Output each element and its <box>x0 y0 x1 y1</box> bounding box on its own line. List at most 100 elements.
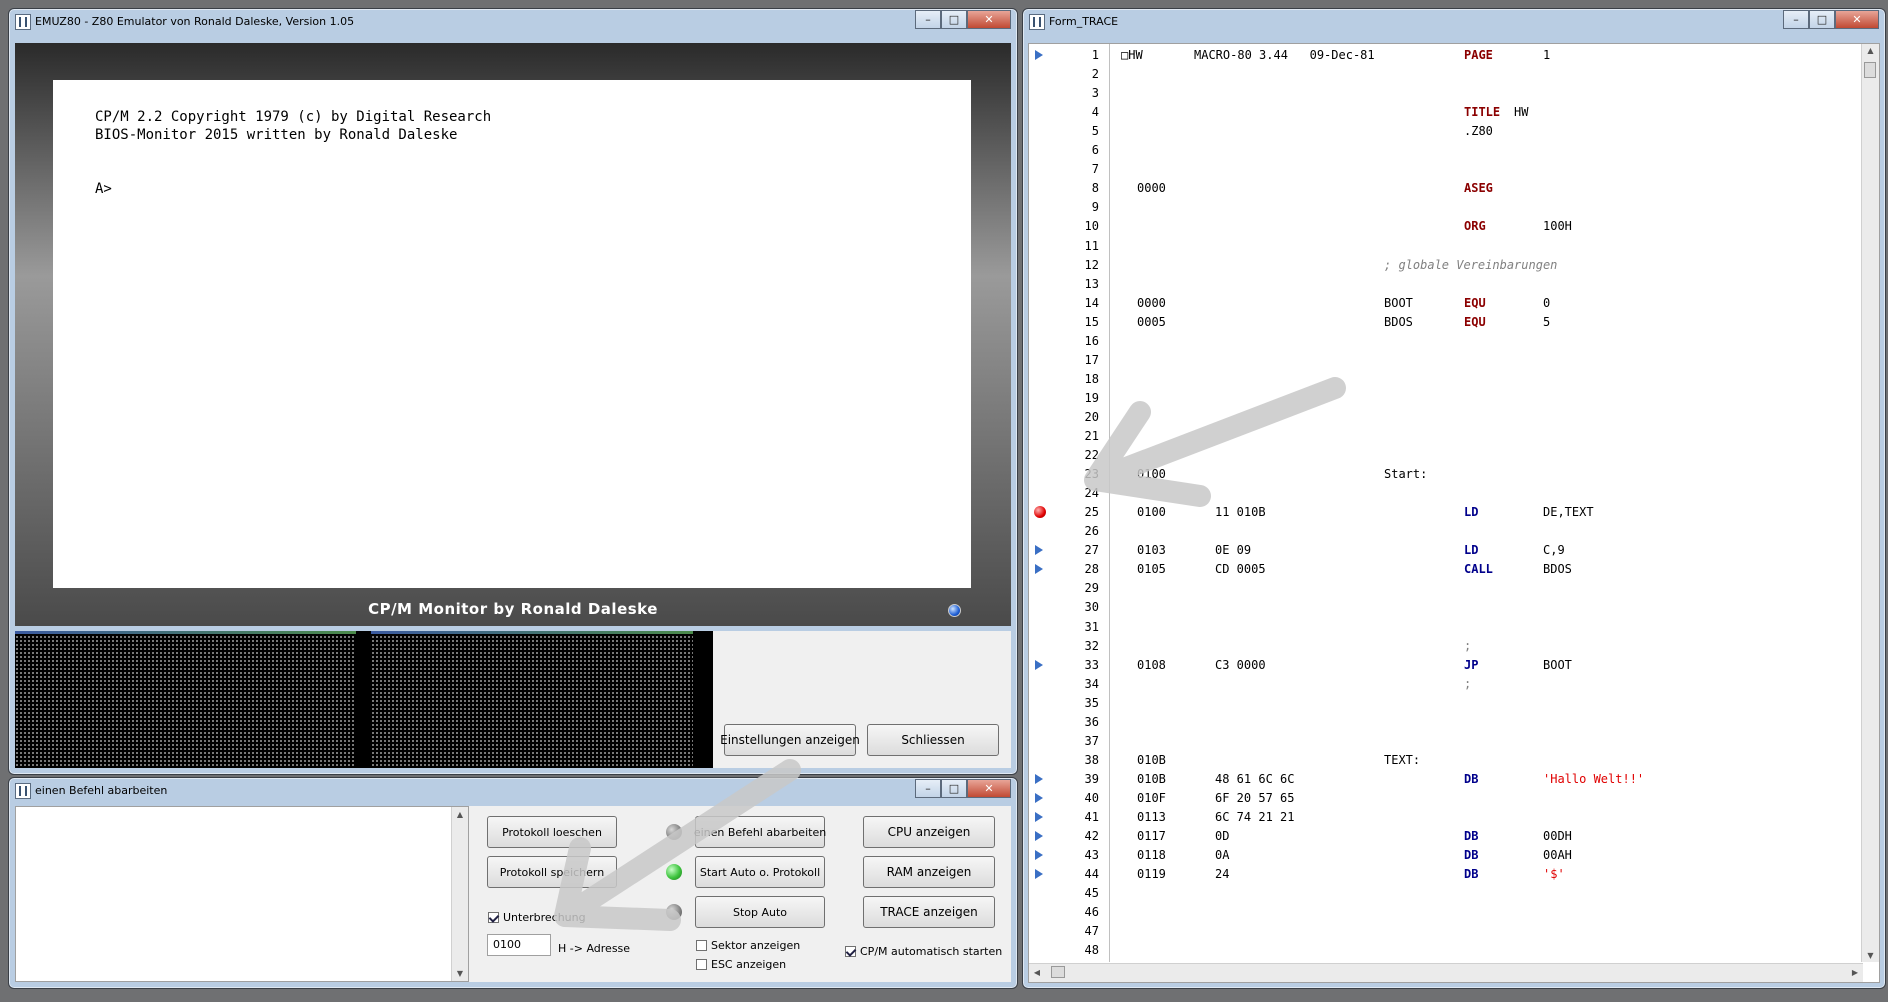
single-step-button[interactable]: einen Befehl abarbeiten <box>694 816 826 848</box>
checkbox-box[interactable] <box>488 912 499 923</box>
scroll-down-icon[interactable]: ▼ <box>452 969 468 978</box>
cpm-screen[interactable]: CP/M 2.2 Copyright 1979 (c) by Digital R… <box>53 80 971 588</box>
trace-line[interactable]: 19 <box>1029 390 1863 406</box>
trace-line[interactable]: 20 <box>1029 409 1863 425</box>
trace-line[interactable]: 21 <box>1029 428 1863 444</box>
trace-line[interactable]: 7 <box>1029 161 1863 177</box>
scroll-up-icon[interactable]: ▲ <box>452 810 468 819</box>
trace-line[interactable]: 37 <box>1029 733 1863 749</box>
trace-marker-icon[interactable] <box>1035 792 1043 803</box>
close-icon[interactable]: ✕ <box>967 779 1011 798</box>
checkbox-box[interactable] <box>696 940 707 951</box>
checkbox-box[interactable] <box>696 959 707 970</box>
trace-marker-icon[interactable] <box>1035 773 1043 784</box>
trace-line[interactable]: 15 0005 BDOS EQU 5 <box>1029 314 1863 330</box>
trace-line[interactable]: 32; <box>1029 638 1863 654</box>
esc-checkbox[interactable]: ESC anzeigen <box>696 958 786 971</box>
trace-line[interactable]: 28 0105 CD 0005 CALL BDOS <box>1029 561 1863 577</box>
trace-line[interactable]: 39 010B 48 61 6C 6C DB 'Hallo Welt!!' <box>1029 771 1863 787</box>
stop-auto-button[interactable]: Stop Auto <box>695 896 825 928</box>
settings-button[interactable]: Einstellungen anzeigen <box>720 724 860 756</box>
trace-marker-icon[interactable] <box>1035 659 1043 670</box>
save-protocol-button[interactable]: Protokoll speichern <box>487 856 617 888</box>
trace-line[interactable]: 26 <box>1029 523 1863 539</box>
trace-line[interactable]: 38 010B TEXT: <box>1029 752 1863 768</box>
trace-line[interactable]: 25 0100 11 010B LD DE,TEXT <box>1029 504 1863 520</box>
trace-line[interactable]: 42 0117 0D DB 00DH <box>1029 828 1863 844</box>
cpm-autostart-checkbox[interactable]: CP/M automatisch starten <box>845 945 1002 958</box>
trace-listing[interactable]: 1 □HW MACRO-80 3.44 09-Dec-81 PAGE 1 2 3 4 TITLE… <box>1029 44 1863 962</box>
trace-vscrollbar[interactable]: ▲ ▼ <box>1861 44 1879 962</box>
trace-line[interactable]: 24 <box>1029 485 1863 501</box>
trace-titlebar[interactable]: Form_TRACE – □ ✕ <box>1023 9 1885 35</box>
trace-line[interactable]: 5 .Z80 <box>1029 123 1863 139</box>
maximize-icon[interactable]: □ <box>941 10 967 29</box>
protocol-textarea[interactable]: ▲ ▼ <box>15 806 469 982</box>
trace-marker-icon[interactable] <box>1035 50 1043 60</box>
minimize-icon[interactable]: – <box>1783 10 1809 29</box>
trace-line[interactable]: 2 <box>1029 66 1863 82</box>
scroll-right-icon[interactable]: ▶ <box>1849 968 1861 977</box>
trace-marker-icon[interactable] <box>1035 564 1043 575</box>
trace-line[interactable]: 13 <box>1029 276 1863 292</box>
trace-line[interactable]: 3 <box>1029 85 1863 101</box>
sector-checkbox[interactable]: Sektor anzeigen <box>696 939 800 952</box>
emu-titlebar[interactable]: EMUZ80 - Z80 Emulator von Ronald Daleske… <box>9 9 1017 35</box>
trace-line[interactable]: 11 <box>1029 238 1863 254</box>
close-icon[interactable]: ✕ <box>967 10 1011 29</box>
trace-line[interactable]: 16 <box>1029 333 1863 349</box>
start-auto-button[interactable]: Start Auto o. Protokoll <box>695 856 825 888</box>
trace-line[interactable]: 9 <box>1029 199 1863 215</box>
scroll-left-icon[interactable]: ◀ <box>1031 968 1043 977</box>
trace-line[interactable]: 23 0100 Start: <box>1029 466 1863 482</box>
trace-line[interactable]: 47 <box>1029 923 1863 939</box>
trace-line[interactable]: 6 <box>1029 142 1863 158</box>
maximize-icon[interactable]: □ <box>1809 10 1835 29</box>
cpu-button[interactable]: CPU anzeigen <box>863 816 995 848</box>
trace-line[interactable]: 10 ORG 100H <box>1029 218 1863 234</box>
trace-line[interactable]: 46 <box>1029 904 1863 920</box>
address-input[interactable]: 0100 <box>487 934 551 956</box>
scroll-down-icon[interactable]: ▼ <box>1862 951 1879 960</box>
close-icon[interactable]: ✕ <box>1835 10 1879 29</box>
breakpoint-icon[interactable] <box>1034 506 1046 519</box>
trace-line[interactable]: 31 <box>1029 619 1863 635</box>
scroll-thumb[interactable] <box>1864 62 1876 78</box>
trace-line[interactable]: 33 0108 C3 0000 JP BOOT <box>1029 657 1863 673</box>
trace-line[interactable]: 14 0000 BOOT EQU 0 <box>1029 295 1863 311</box>
trace-line[interactable]: 8 0000 ASEG <box>1029 180 1863 196</box>
ram-button[interactable]: RAM anzeigen <box>863 856 995 888</box>
trace-line[interactable]: 1 □HW MACRO-80 3.44 09-Dec-81 PAGE 1 <box>1029 47 1863 63</box>
trace-line[interactable]: 44 0119 24 DB '$' <box>1029 866 1863 882</box>
trace-line[interactable]: 22 <box>1029 447 1863 463</box>
trace-marker-icon[interactable] <box>1035 869 1043 880</box>
trace-line[interactable]: 40 010F 6F 20 57 65 <box>1029 790 1863 806</box>
hscroll-thumb[interactable] <box>1051 966 1065 978</box>
clear-protocol-button[interactable]: Protokoll loeschen <box>487 816 617 848</box>
close-button[interactable]: Schliessen <box>867 724 999 756</box>
trace-line[interactable]: 27 0103 0E 09 LD C,9 <box>1029 542 1863 558</box>
checkbox-box[interactable] <box>845 946 856 957</box>
trace-line[interactable]: 48 <box>1029 942 1863 958</box>
trace-line[interactable]: 29 <box>1029 580 1863 596</box>
trace-marker-icon[interactable] <box>1035 850 1043 861</box>
trace-line[interactable]: 41 0113 6C 74 21 21 <box>1029 809 1863 825</box>
trace-line[interactable]: 34; <box>1029 676 1863 692</box>
trace-line[interactable]: 43 0118 0A DB 00AH <box>1029 847 1863 863</box>
trace-line[interactable]: 35 <box>1029 695 1863 711</box>
trace-line[interactable]: 17 <box>1029 352 1863 368</box>
trace-line[interactable]: 36 <box>1029 714 1863 730</box>
trace-line[interactable]: 18 <box>1029 371 1863 387</box>
trace-line[interactable]: 45 <box>1029 885 1863 901</box>
trace-line[interactable]: 4 TITLE HW <box>1029 104 1863 120</box>
maximize-icon[interactable]: □ <box>941 779 967 798</box>
minimize-icon[interactable]: – <box>915 779 941 798</box>
trace-marker-icon[interactable] <box>1035 545 1043 556</box>
interrupt-checkbox[interactable]: Unterbrechung <box>488 911 586 924</box>
trace-button[interactable]: TRACE anzeigen <box>863 896 995 928</box>
trace-line[interactable]: 30 <box>1029 599 1863 615</box>
protocol-scrollbar[interactable]: ▲ ▼ <box>451 807 468 981</box>
scroll-up-icon[interactable]: ▲ <box>1862 46 1879 55</box>
trace-hscrollbar[interactable]: ◀ ▶ <box>1029 963 1863 982</box>
cmd-titlebar[interactable]: einen Befehl abarbeiten – □ ✕ <box>9 778 1017 804</box>
